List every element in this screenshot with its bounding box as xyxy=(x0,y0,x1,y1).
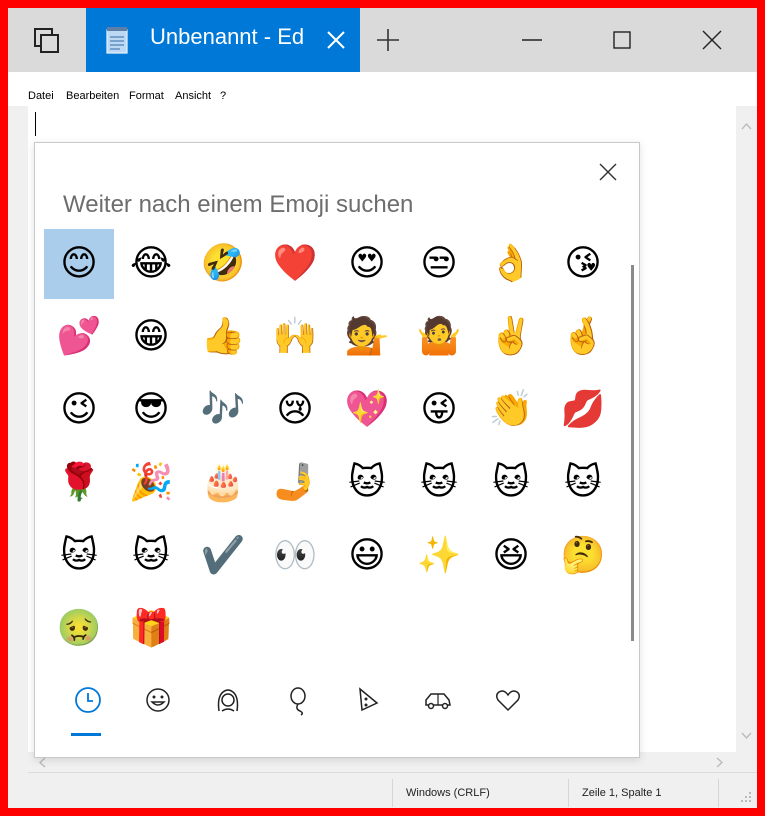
category-indicator xyxy=(71,733,101,736)
emoji-cell[interactable]: 🐱 xyxy=(332,448,402,518)
status-divider xyxy=(568,779,569,807)
emoji-cell[interactable]: 🤞 xyxy=(548,302,618,372)
emoji-cell[interactable]: 👀 xyxy=(260,521,330,591)
clock-icon[interactable] xyxy=(71,683,105,717)
emoji-cell[interactable]: 😍 xyxy=(332,229,402,299)
status-position: Zeile 1, Spalte 1 xyxy=(582,787,662,799)
scroll-up-icon xyxy=(741,122,752,130)
emoji-cell[interactable]: ❤️ xyxy=(260,229,330,299)
balloon-icon[interactable] xyxy=(281,683,315,717)
scroll-left-icon xyxy=(38,757,46,768)
close-icon xyxy=(702,30,722,50)
resize-grip-icon xyxy=(741,792,751,802)
pizza-icon[interactable] xyxy=(351,683,385,717)
emoji-cell[interactable]: 🤢 xyxy=(44,594,114,664)
emoji-cell[interactable]: 👏 xyxy=(476,375,546,445)
person-icon[interactable] xyxy=(211,683,245,717)
menu-format[interactable]: Format xyxy=(129,90,164,102)
tab-switcher-icon[interactable] xyxy=(34,28,60,54)
smiley-icon[interactable] xyxy=(141,683,175,717)
emoji-cell[interactable]: 😁 xyxy=(116,302,186,372)
emoji-cell[interactable]: 💋 xyxy=(548,375,618,445)
emoji-cell[interactable]: 🤷 xyxy=(404,302,474,372)
scroll-right-icon xyxy=(716,757,724,768)
menu-bar: Datei Bearbeiten Format Ansicht ? xyxy=(8,72,757,106)
status-bar: Windows (CRLF) Zeile 1, Spalte 1 xyxy=(28,772,757,808)
emoji-cell[interactable]: 👍 xyxy=(188,302,258,372)
emoji-cell[interactable]: 🤣 xyxy=(188,229,258,299)
status-divider xyxy=(392,779,393,807)
status-divider xyxy=(718,779,719,807)
close-tab-icon[interactable] xyxy=(326,30,346,50)
maximize-button[interactable] xyxy=(577,8,667,72)
emoji-cell[interactable]: 🐱 xyxy=(44,521,114,591)
emoji-cell[interactable]: 🎁 xyxy=(116,594,186,664)
emoji-panel: Weiter nach einem Emoji suchen 😊 😂 🤣 ❤️ 😍 😒 👌 😘… xyxy=(34,142,640,758)
emoji-cell[interactable]: 🎂 xyxy=(188,448,258,518)
tab-notepad[interactable]: Unbenannt - Ed xyxy=(86,8,360,72)
minimize-icon xyxy=(522,39,542,41)
menu-ansicht[interactable]: Ansicht xyxy=(175,90,211,102)
vertical-scrollbar[interactable] xyxy=(736,106,757,752)
car-icon[interactable] xyxy=(421,683,455,717)
emoji-grid: 😊 😂 🤣 ❤️ 😍 😒 👌 😘 💕 😁 👍 🙌 💁 🤷 ✌️ 🤞 😉 😎 🎶 😢 💖 😜 👏 💋 🌹 🎉 🎂 🤳 🐱 🐱 🐱 🐱 🐱 🐱 ✔️ 👀 😃… xyxy=(44,229,620,669)
emoji-cell[interactable]: 😉 xyxy=(44,375,114,445)
emoji-cell[interactable]: 🐱 xyxy=(476,448,546,518)
notepad-window: Unbenannt - Ed Datei Bearbeiten Format A… xyxy=(8,8,757,808)
notepad-icon xyxy=(104,26,130,54)
title-bar: Unbenannt - Ed xyxy=(8,8,757,72)
emoji-cell[interactable]: 🐱 xyxy=(116,521,186,591)
emoji-cell[interactable]: 🎶 xyxy=(188,375,258,445)
emoji-cell[interactable]: 😎 xyxy=(116,375,186,445)
tab-title: Unbenannt - Ed xyxy=(150,24,305,49)
emoji-cell[interactable]: 😜 xyxy=(404,375,474,445)
emoji-cell[interactable]: ✔️ xyxy=(188,521,258,591)
menu-bearbeiten[interactable]: Bearbeiten xyxy=(66,90,119,102)
emoji-cell[interactable]: 😃 xyxy=(332,521,402,591)
emoji-cell[interactable]: ✨ xyxy=(404,521,474,591)
emoji-cell[interactable]: ✌️ xyxy=(476,302,546,372)
emoji-cell[interactable]: 😘 xyxy=(548,229,618,299)
emoji-cell[interactable]: 🤳 xyxy=(260,448,330,518)
text-caret xyxy=(35,112,36,136)
emoji-cell[interactable]: 😊 xyxy=(44,229,114,299)
emoji-cell[interactable]: 🐱 xyxy=(404,448,474,518)
heart-icon[interactable] xyxy=(491,683,525,717)
scroll-down-icon xyxy=(741,732,752,740)
close-icon[interactable] xyxy=(599,163,617,181)
emoji-cell[interactable]: 😆 xyxy=(476,521,546,591)
scroll-corner xyxy=(736,752,757,772)
emoji-cell[interactable]: 🎉 xyxy=(116,448,186,518)
emoji-cell[interactable]: 🙌 xyxy=(260,302,330,372)
minimize-button[interactable] xyxy=(487,8,577,72)
emoji-cell[interactable]: 😂 xyxy=(116,229,186,299)
emoji-cell[interactable]: 😢 xyxy=(260,375,330,445)
emoji-search-hint: Weiter nach einem Emoji suchen xyxy=(63,191,414,218)
menu-help[interactable]: ? xyxy=(220,90,226,102)
emoji-cell[interactable]: 🌹 xyxy=(44,448,114,518)
emoji-cell[interactable]: 🤔 xyxy=(548,521,618,591)
menu-datei[interactable]: Datei xyxy=(28,90,54,102)
emoji-cell[interactable]: 👌 xyxy=(476,229,546,299)
maximize-icon xyxy=(613,31,631,49)
panel-scrollbar-thumb[interactable] xyxy=(631,265,634,641)
new-tab-icon[interactable] xyxy=(377,29,399,51)
emoji-cell[interactable]: 💕 xyxy=(44,302,114,372)
status-encoding: Windows (CRLF) xyxy=(406,787,490,799)
emoji-cell[interactable]: 💁 xyxy=(332,302,402,372)
emoji-cell[interactable]: 😒 xyxy=(404,229,474,299)
emoji-cell[interactable]: 💖 xyxy=(332,375,402,445)
emoji-cell[interactable]: 🐱 xyxy=(548,448,618,518)
close-window-button[interactable] xyxy=(667,8,757,72)
